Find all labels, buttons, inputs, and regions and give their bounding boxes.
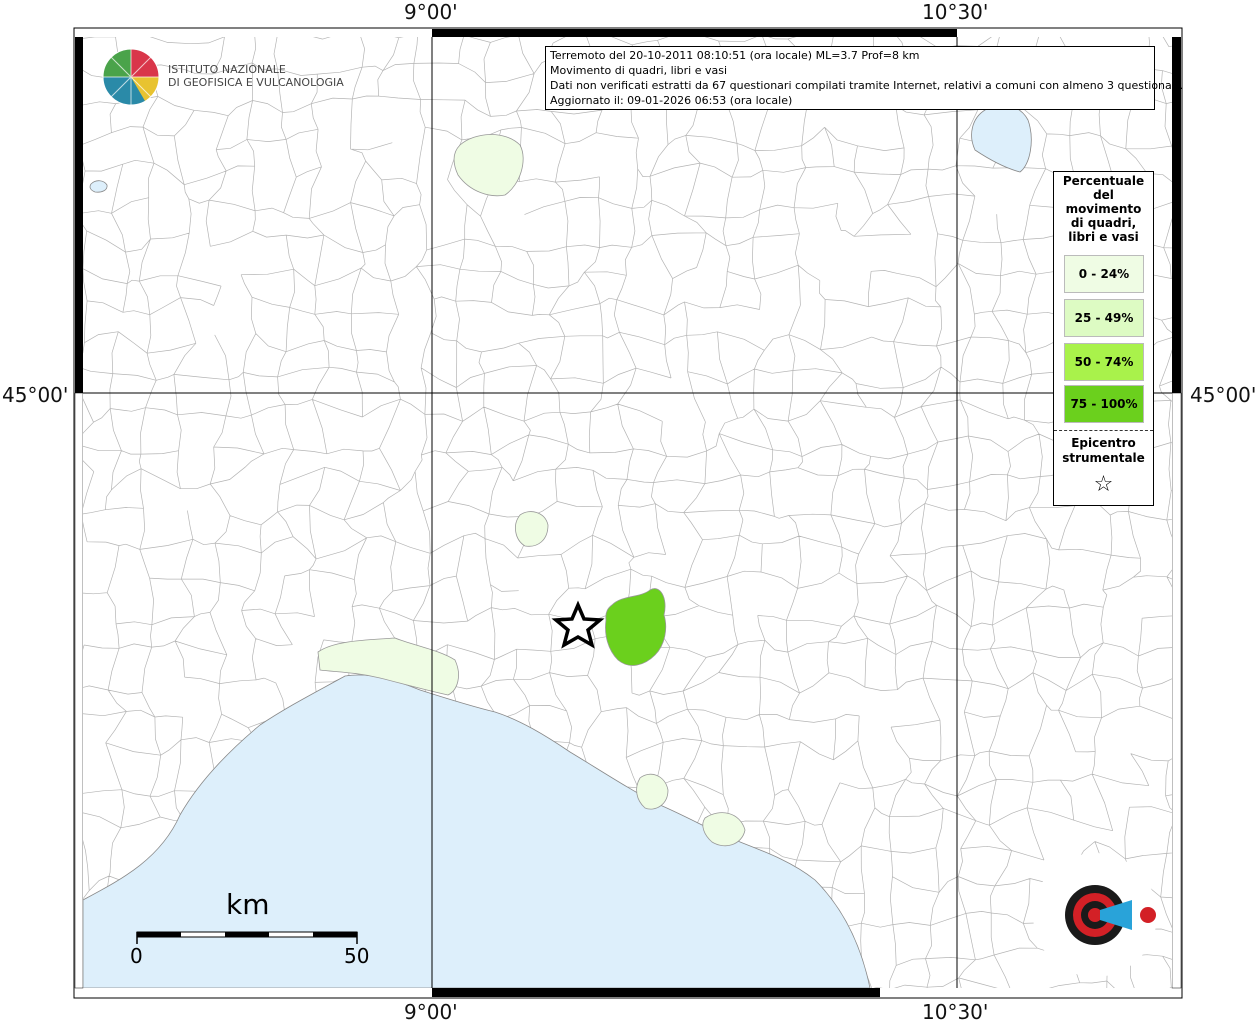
ingv-logo-text: ISTITUTO NAZIONALE DI GEOFISICA E VULCAN… — [168, 63, 344, 89]
legend-epicenter-line: strumentale — [1062, 451, 1145, 465]
event-title: Terremoto del 20-10-2011 08:10:51 (ora l… — [550, 49, 920, 62]
legend-separator — [1054, 430, 1153, 431]
ingv-line1: ISTITUTO NAZIONALE — [168, 63, 286, 76]
legend-epicenter-line: Epicentro — [1071, 436, 1136, 450]
legend-title-line: libri e vasi — [1068, 230, 1139, 244]
legend-class-3: 75 - 100% — [1064, 385, 1144, 423]
legend-title-line: Percentuale — [1062, 174, 1145, 188]
legend: Percentuale del movimento di quadri, lib… — [1053, 171, 1154, 506]
event-subject: Movimento di quadri, libri e vasi — [550, 64, 728, 77]
event-info-box: Terremoto del 20-10-2011 08:10:51 (ora l… — [545, 46, 1183, 110]
event-updated: Aggiornato il: 09-01-2026 06:53 (ora loc… — [550, 94, 793, 107]
lake-small-west — [89, 180, 108, 193]
haisentito-badge-icon[interactable] — [1033, 853, 1157, 977]
legend-class-1: 25 - 49% — [1064, 299, 1144, 337]
legend-title-line: movimento — [1065, 202, 1142, 216]
legend-epicenter-star-icon: ☆ — [1093, 472, 1114, 497]
ingv-globe-icon — [102, 48, 160, 106]
scale-max-label: 50 — [344, 944, 370, 968]
legend-title: Percentuale del movimento di quadri, lib… — [1054, 172, 1153, 244]
legend-title-line: del — [1093, 188, 1114, 202]
legend-title-line: di quadri, — [1070, 216, 1137, 230]
event-data-note: Dati non verificati estratti da 67 quest… — [550, 79, 1183, 92]
legend-class-0: 0 - 24% — [1064, 255, 1144, 293]
ingv-line2: DI GEOFISICA E VULCANOLOGIA — [168, 76, 344, 89]
legend-epicenter-label: Epicentro strumentale — [1054, 436, 1153, 466]
intensity-map[interactable] — [0, 0, 1256, 1024]
legend-class-2: 50 - 74% — [1064, 343, 1144, 381]
scale-min-label: 0 — [130, 944, 143, 968]
scale-unit-label: km — [226, 888, 270, 921]
municipality-south-light — [636, 773, 669, 810]
